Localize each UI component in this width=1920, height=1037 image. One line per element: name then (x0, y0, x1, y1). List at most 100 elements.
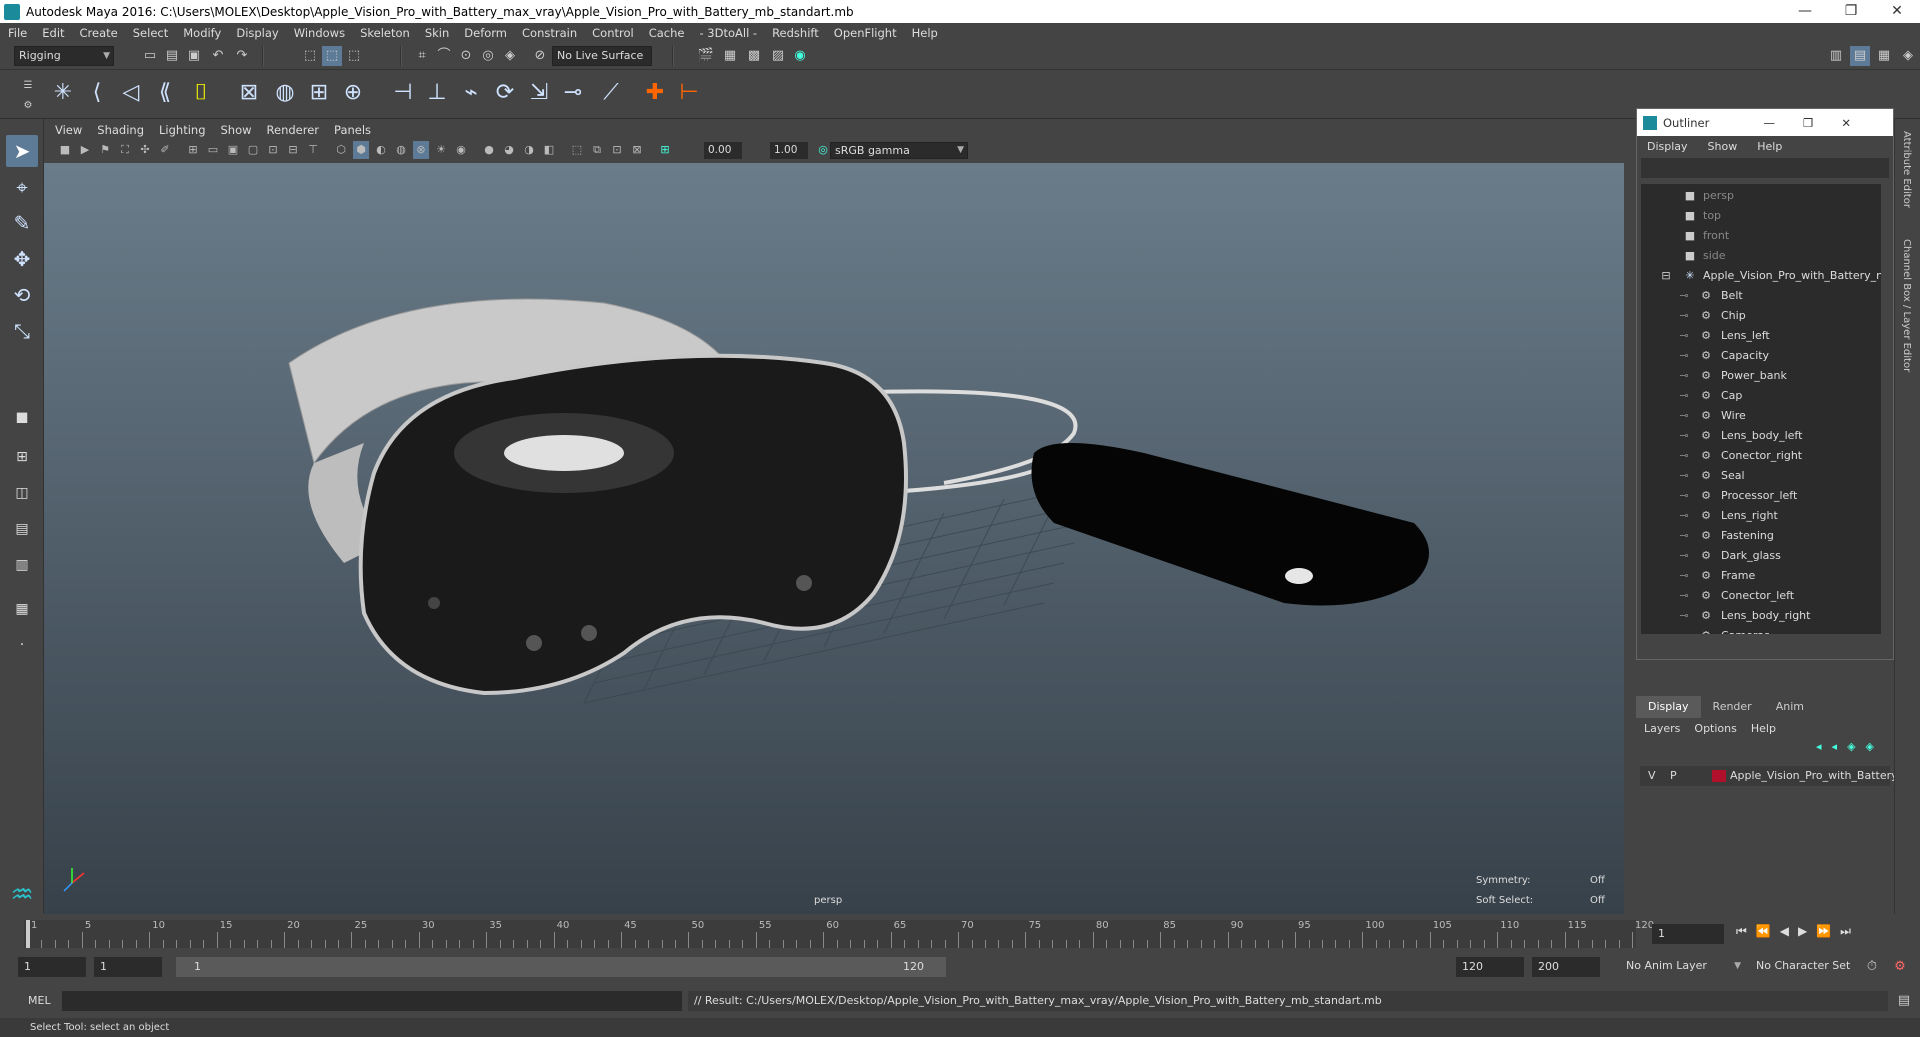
bind-skin-icon[interactable]: ⊠ (234, 78, 264, 108)
ambient-occlusion-icon[interactable]: ◉ (453, 141, 469, 159)
panel-layout-icon[interactable]: ▤ (1850, 46, 1870, 66)
command-input[interactable] (62, 991, 682, 1011)
snap-curve-icon[interactable]: ⌒ (434, 46, 454, 66)
script-editor-icon[interactable]: ▤ (1894, 991, 1914, 1011)
snap-grid-icon[interactable]: ⌗ (412, 46, 432, 66)
hypershade-icon[interactable]: ◉ (790, 46, 810, 66)
layer-menu-help[interactable]: Help (1751, 722, 1776, 735)
outliner-menu-help[interactable]: Help (1757, 140, 1782, 153)
outliner-mesh-row[interactable]: ⊸ ⚙ Frame (1641, 566, 1881, 586)
attribute-editor-tab[interactable]: Attribute Editor (1901, 131, 1912, 208)
paint-select-icon[interactable]: ✎ (6, 207, 38, 239)
save-scene-icon[interactable]: ▣ (184, 46, 204, 66)
gamma-field[interactable]: 1.00 (770, 142, 808, 159)
motion-blur-icon[interactable]: ● (481, 141, 497, 159)
outliner-window-controls[interactable]: —❐✕ (1764, 116, 1879, 130)
mirror-joint-icon[interactable]: ◁ (116, 78, 146, 108)
auto-key-icon[interactable]: ⏱ (1862, 957, 1882, 977)
render-frame-icon[interactable]: ▦ (720, 46, 740, 66)
orient-joint-icon[interactable]: ⟪ (150, 78, 180, 108)
menu-control[interactable]: Control (592, 26, 634, 40)
joint-tool-icon[interactable]: ✳ (48, 78, 78, 108)
insert-joint-icon[interactable]: ⟨ (82, 78, 112, 108)
playback-start-field[interactable]: 1 (94, 957, 162, 977)
layer-action-icons[interactable]: ◂◂◈◈ (1816, 740, 1884, 753)
select-hierarchy-icon[interactable]: ⬚ (300, 46, 320, 66)
smooth-shade-icon[interactable]: ⬢ (353, 141, 369, 159)
wireframe-on-shaded-icon[interactable]: ◐ (373, 141, 389, 159)
outliner-mesh-row[interactable]: ⊸ ⚙ Cap (1641, 386, 1881, 406)
outliner-mesh-row[interactable]: ⊸ ⚙ Dark_glass (1641, 546, 1881, 566)
film-gate-icon[interactable]: ▭ (205, 141, 221, 159)
outliner-mesh-row[interactable]: ⊸ ⚙ Processor_left (1641, 486, 1881, 506)
menu-help[interactable]: Help (912, 26, 938, 40)
two-view-layout-icon[interactable]: ◫ (6, 477, 38, 509)
menu-redshift[interactable]: Redshift (772, 26, 819, 40)
outliner-menu-display[interactable]: Display (1647, 140, 1688, 153)
rotate-tool-icon[interactable]: ⟲ (6, 279, 38, 311)
color-space-dropdown[interactable]: sRGB gamma ▼ (830, 142, 968, 159)
menu-select[interactable]: Select (133, 26, 168, 40)
outliner-mesh-row[interactable]: ⊸ ⚙ Seal (1641, 466, 1881, 486)
make-live-icon[interactable]: ⊘ (530, 46, 550, 66)
safe-title-icon[interactable]: ⊤ (305, 141, 321, 159)
panel-menu-panels[interactable]: Panels (334, 123, 371, 137)
layer-menu-options[interactable]: Options (1694, 722, 1736, 735)
collapse-toolbox-icon[interactable]: · (6, 629, 38, 661)
textured-icon[interactable]: ◍ (393, 141, 409, 159)
layer-playback-toggle[interactable]: P (1670, 766, 1677, 786)
ipr-render-icon[interactable]: ▩ (744, 46, 764, 66)
tab-render[interactable]: Render (1701, 696, 1764, 718)
select-object-icon[interactable]: ⬚ (322, 46, 342, 66)
minimize-button[interactable]: — (1782, 0, 1828, 23)
select-component-icon[interactable]: ⬚ (344, 46, 364, 66)
scale-tool-icon[interactable]: ⤡ (6, 315, 38, 347)
undo-icon[interactable]: ↶ (208, 46, 228, 66)
camera-select-icon[interactable]: ■ (57, 141, 73, 159)
orient-constraint-icon[interactable]: ⟳ (490, 78, 520, 108)
channel-box-toggle-icon[interactable]: ▦ (1874, 46, 1894, 66)
menu-edit[interactable]: Edit (42, 26, 64, 40)
menu-skeleton[interactable]: Skeleton (360, 26, 410, 40)
new-scene-icon[interactable]: ▭ (140, 46, 160, 66)
grease-pencil-icon[interactable]: ✐ (157, 141, 173, 159)
character-set-dropdown[interactable]: No Character Set (1752, 957, 1872, 977)
lattice-icon[interactable]: ⊞ (304, 78, 334, 108)
shelf-settings-icon[interactable]: ⚙ (18, 96, 38, 116)
hypershade-layout-icon[interactable]: ▦ (6, 593, 38, 625)
live-surface-field[interactable]: No Live Surface (552, 46, 652, 66)
anim-layer-dropdown[interactable]: No Anim Layer ▼ (1622, 957, 1744, 977)
outliner-search-input[interactable] (1641, 158, 1889, 178)
panel-menu-renderer[interactable]: Renderer (267, 123, 320, 137)
aim-constraint-icon[interactable]: ⊸ (558, 78, 588, 108)
layer-row[interactable]: V P Apple_Vision_Pro_with_Battery (1640, 766, 1898, 786)
menu-constrain[interactable]: Constrain (522, 26, 577, 40)
outliner-mesh-row[interactable]: ⊸ ⚙ Wire (1641, 406, 1881, 426)
snap-surface-icon[interactable]: ◈ (500, 46, 520, 66)
image-plane-icon[interactable]: ⛶ (117, 141, 133, 159)
menu-openflight[interactable]: OpenFlight (834, 26, 897, 40)
panel-menu-show[interactable]: Show (221, 123, 252, 137)
menu-windows[interactable]: Windows (294, 26, 345, 40)
wireframe-icon[interactable]: ⬡ (333, 141, 349, 159)
current-frame-field[interactable]: 1 (1652, 924, 1724, 944)
outliner-mesh-row[interactable]: ⊸ ⚙ Chip (1641, 306, 1881, 326)
snap-view-icon[interactable]: ◎ (478, 46, 498, 66)
playback-end-field[interactable]: 120 (1456, 957, 1524, 977)
backface-icon[interactable]: ⊠ (629, 141, 645, 159)
restore-button[interactable]: ❐ (1828, 0, 1874, 23)
outliner-group-row[interactable]: ⊟ ✳ Apple_Vision_Pro_with_Battery_ncl (1641, 266, 1881, 286)
snap-point-icon[interactable]: ⊙ (456, 46, 476, 66)
layer-menu-layers[interactable]: Layers (1644, 722, 1680, 735)
gate-mask-icon[interactable]: ▢ (245, 141, 261, 159)
time-slider[interactable]: 1 5 10 15 20 25 30 35 40 45 50 55 60 65 70 75 80 85 90 95 10… (0, 914, 1920, 952)
layer-color-swatch[interactable] (1712, 770, 1726, 782)
resolution-gate-icon[interactable]: ▣ (225, 141, 241, 159)
xray-icon[interactable]: ⬚ (569, 141, 585, 159)
menu-skin[interactable]: Skin (425, 26, 449, 40)
locator-icon[interactable]: ⊣ (388, 78, 418, 108)
current-time-indicator[interactable] (26, 920, 30, 948)
use-all-lights-icon[interactable]: ⊗ (413, 141, 429, 159)
tab-anim[interactable]: Anim (1764, 696, 1816, 718)
attribute-editor-toggle-icon[interactable]: ◈ (1898, 46, 1918, 66)
